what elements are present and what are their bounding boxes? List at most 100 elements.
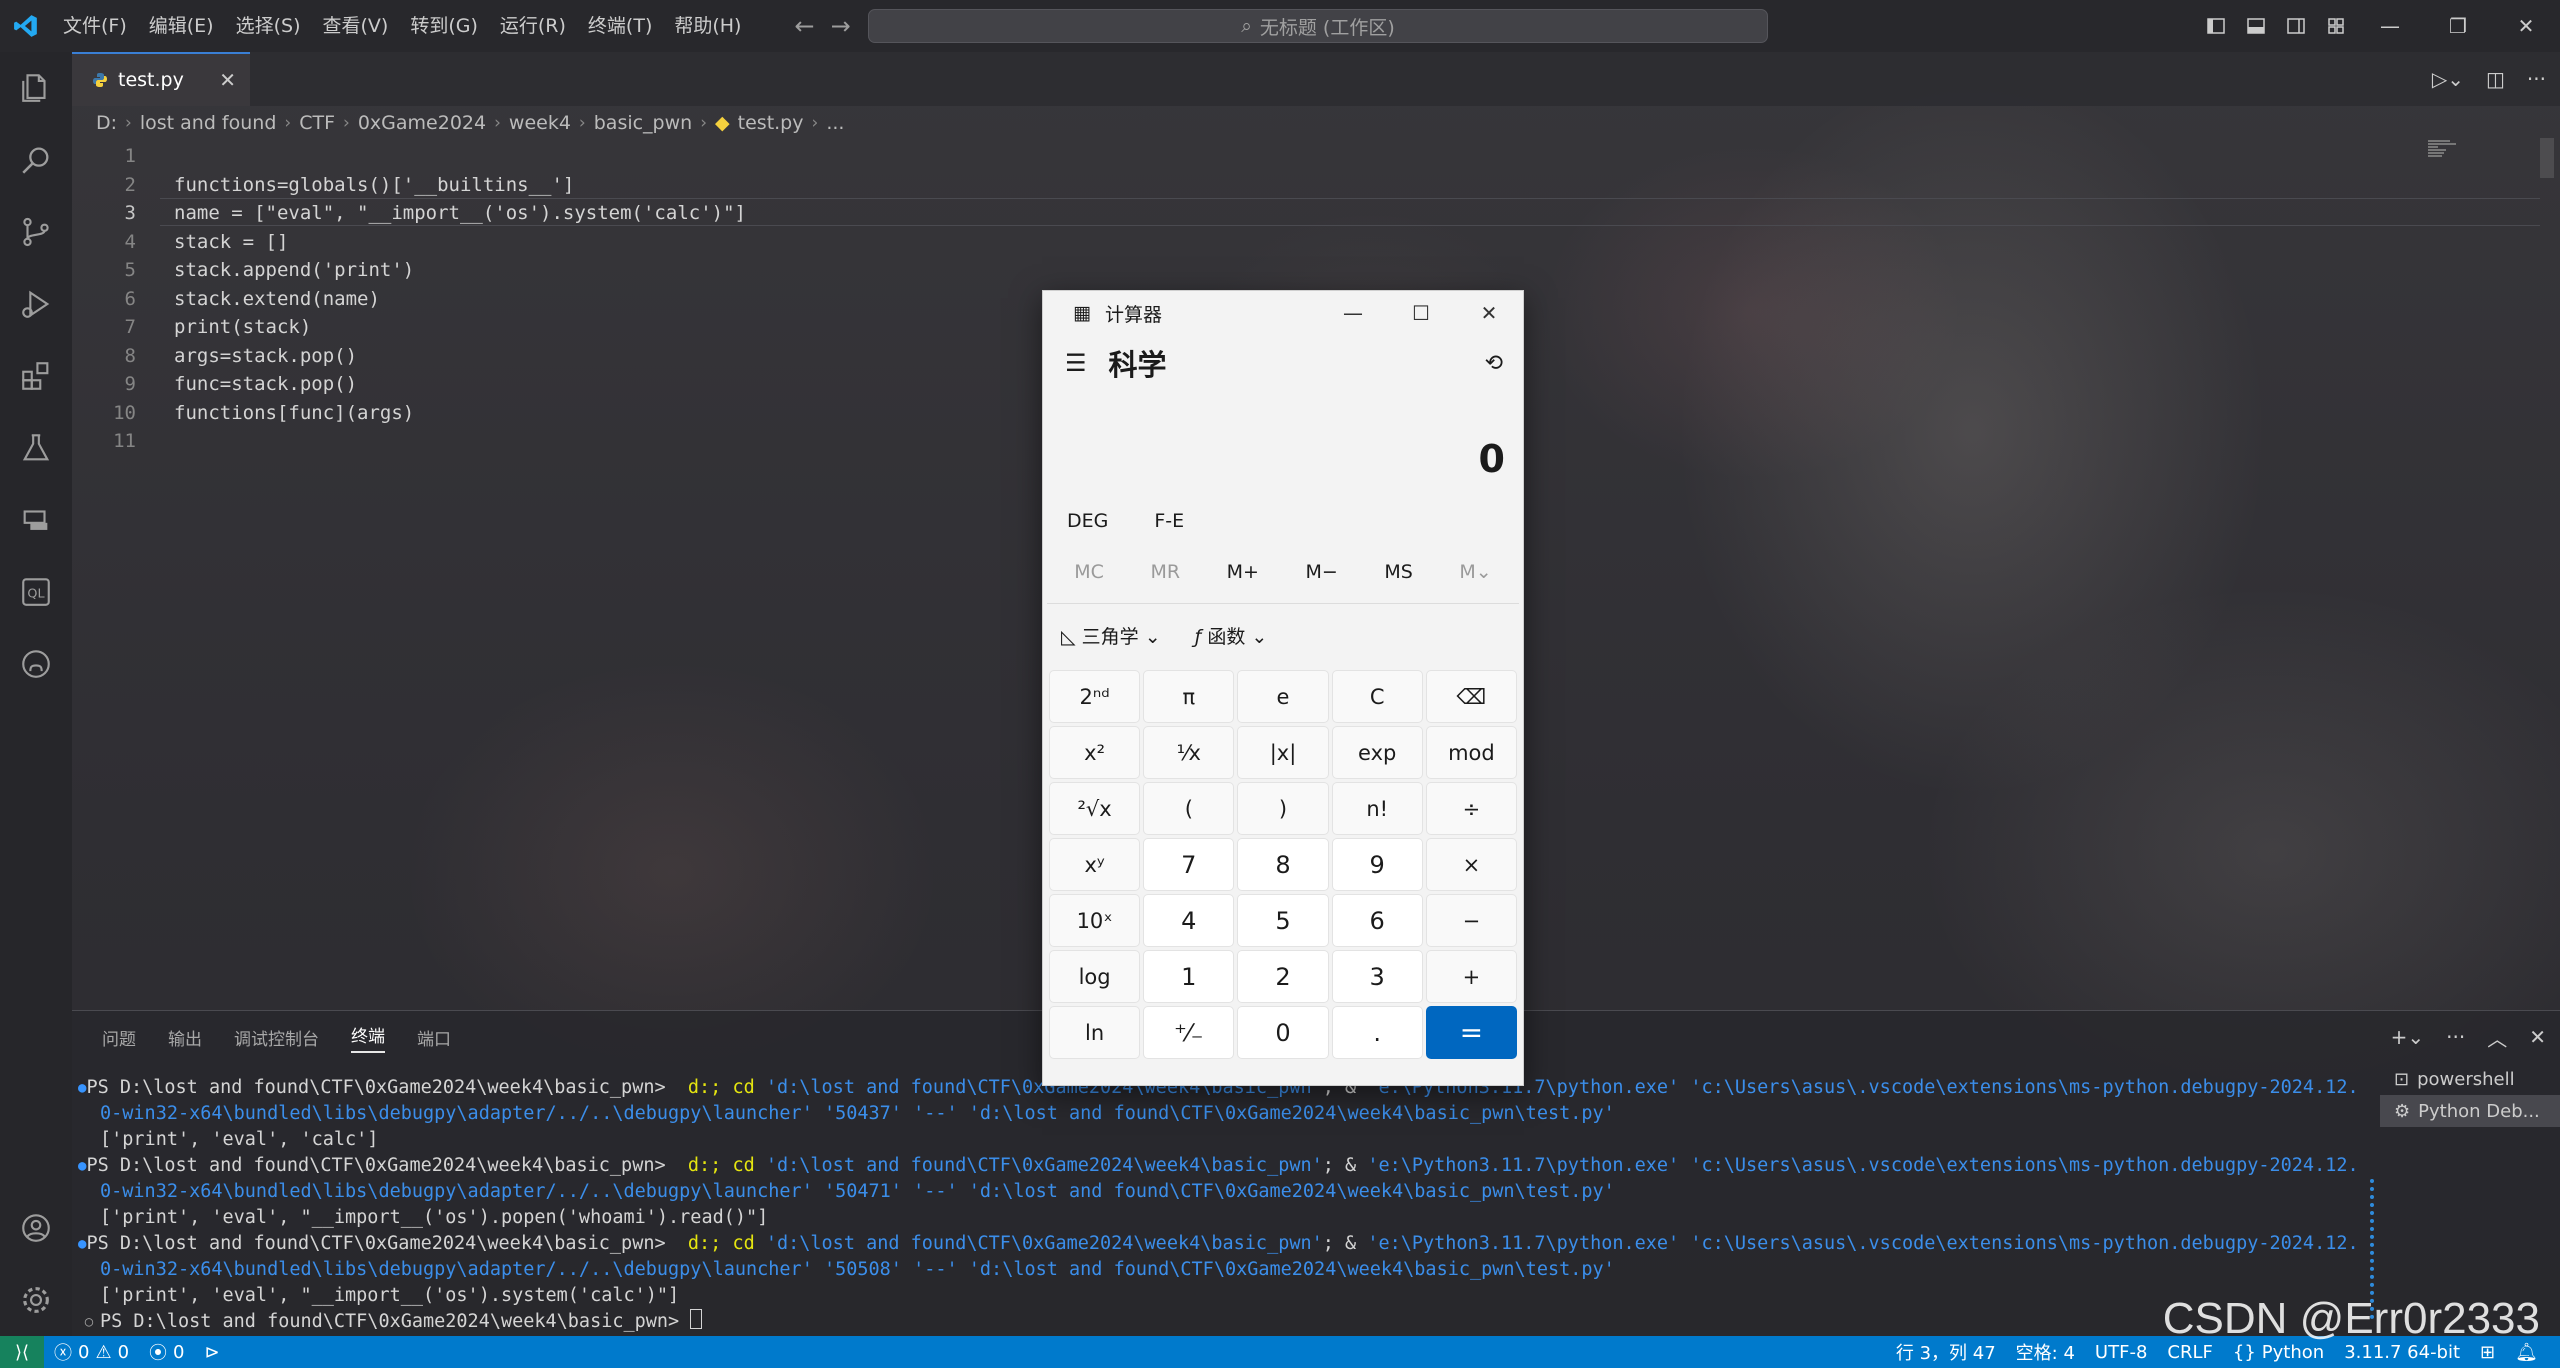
mr-button[interactable]: MR <box>1150 561 1180 583</box>
more-actions-icon[interactable]: ··· <box>2527 67 2546 91</box>
panel-tab[interactable]: 端口 <box>417 1025 451 1050</box>
m-list-button[interactable]: M⌄ <box>1459 561 1491 583</box>
calc-key[interactable]: xʸ <box>1049 838 1141 891</box>
calc-key[interactable]: ÷ <box>1425 782 1517 835</box>
calc-key[interactable]: ⁺⁄₋ <box>1143 1006 1235 1059</box>
customize-layout-icon[interactable] <box>2316 0 2356 52</box>
close-window-icon[interactable]: ✕ <box>2492 0 2560 52</box>
hamburger-menu-icon[interactable]: ☰ <box>1065 349 1087 377</box>
minimize-icon[interactable]: — <box>2356 0 2424 52</box>
encoding[interactable]: UTF-8 <box>2085 1342 2157 1363</box>
menu-item[interactable]: 运行(R) <box>489 8 577 44</box>
calc-key[interactable]: 1 <box>1143 950 1235 1003</box>
back-arrow-icon[interactable]: ← <box>794 12 814 40</box>
run-python-icon[interactable]: ▷⌄ <box>2432 67 2464 91</box>
menu-item[interactable]: 转到(G) <box>399 8 489 44</box>
ports-status[interactable]: ⦿ 0 <box>139 1339 194 1365</box>
menu-item[interactable]: 帮助(H) <box>663 8 752 44</box>
mc-button[interactable]: MC <box>1074 561 1104 583</box>
panel-tab[interactable]: 调试控制台 <box>234 1025 319 1050</box>
testing-flask-icon[interactable] <box>0 412 72 484</box>
breadcrumb-item[interactable]: CTF <box>299 112 335 134</box>
calc-key[interactable]: 2ⁿᵈ <box>1049 670 1141 723</box>
calc-key[interactable]: |x| <box>1237 726 1329 779</box>
ms-button[interactable]: MS <box>1384 561 1412 583</box>
menu-item[interactable]: 选择(S) <box>225 8 312 44</box>
calc-key[interactable]: exp <box>1331 726 1423 779</box>
menu-item[interactable]: 文件(F) <box>52 8 138 44</box>
breadcrumb-item[interactable]: basic_pwn <box>594 112 692 134</box>
calc-key[interactable]: n! <box>1331 782 1423 835</box>
breadcrumb-item[interactable]: D: <box>96 112 117 134</box>
calc-maximize-icon[interactable]: ☐ <box>1387 291 1455 335</box>
calc-key[interactable]: 5 <box>1237 894 1329 947</box>
debug-status[interactable]: ⊳ <box>195 1342 230 1363</box>
terminal-item-python-debug[interactable]: ⚙ Python Deb... <box>2380 1095 2560 1127</box>
calc-key[interactable]: mod <box>1425 726 1517 779</box>
calc-key[interactable]: 3 <box>1331 950 1423 1003</box>
language-mode[interactable]: {} Python <box>2223 1342 2334 1363</box>
calc-key[interactable]: 0 <box>1237 1006 1329 1059</box>
command-status-icon[interactable]: ● <box>78 1075 86 1101</box>
calc-key[interactable]: ¹⁄x <box>1143 726 1235 779</box>
command-status-icon[interactable]: ○ <box>78 1309 100 1335</box>
calc-key[interactable]: × <box>1425 838 1517 891</box>
explorer-icon[interactable] <box>0 52 72 124</box>
codeql-icon[interactable]: QL <box>0 556 72 628</box>
close-panel-icon[interactable]: ✕ <box>2529 1025 2546 1049</box>
toggle-sidebar-icon[interactable] <box>2196 0 2236 52</box>
breadcrumb-item[interactable]: lost and found <box>140 112 277 134</box>
calc-close-icon[interactable]: ✕ <box>1455 291 1523 335</box>
remote-explorer-icon[interactable] <box>0 484 72 556</box>
calc-key[interactable]: 2 <box>1237 950 1329 1003</box>
panel-tab[interactable]: 终端 <box>351 1022 385 1053</box>
menu-item[interactable]: 终端(T) <box>577 8 663 44</box>
function-dropdown[interactable]: ƒ 函数 ⌄ <box>1195 622 1268 649</box>
menu-item[interactable]: 查看(V) <box>312 8 400 44</box>
calc-key[interactable]: − <box>1425 894 1517 947</box>
more-icon[interactable]: ··· <box>2446 1025 2465 1049</box>
breadcrumb-item[interactable]: test.py <box>738 112 804 134</box>
restore-icon[interactable]: ❐ <box>2424 0 2492 52</box>
command-center[interactable]: ⌕ 无标题 (工作区) <box>868 9 1768 43</box>
split-editor-icon[interactable]: ◫ <box>2486 67 2505 91</box>
calc-key[interactable]: ( <box>1143 782 1235 835</box>
source-control-icon[interactable] <box>0 196 72 268</box>
settings-gear-icon[interactable] <box>0 1264 72 1336</box>
command-status-icon[interactable]: ● <box>78 1231 86 1257</box>
github-icon[interactable] <box>0 628 72 700</box>
breadcrumb-item[interactable]: 0xGame2024 <box>358 112 486 134</box>
end-of-line[interactable]: CRLF <box>2157 1342 2222 1363</box>
panel-tab[interactable]: 问题 <box>102 1025 136 1050</box>
forward-arrow-icon[interactable]: → <box>831 12 851 40</box>
calc-key[interactable]: 10ˣ <box>1049 894 1141 947</box>
calc-key[interactable]: log <box>1049 950 1141 1003</box>
search-view-icon[interactable] <box>0 124 72 196</box>
notifications-icon[interactable]: 🔔︎ <box>2505 1342 2548 1363</box>
minimap[interactable] <box>2428 138 2488 160</box>
calc-key[interactable]: = <box>1425 1006 1517 1059</box>
python-interpreter[interactable]: 3.11.7 64-bit <box>2334 1342 2470 1363</box>
calc-minimize-icon[interactable]: — <box>1319 291 1387 335</box>
calc-key[interactable]: e <box>1237 670 1329 723</box>
calc-key[interactable]: π <box>1143 670 1235 723</box>
calc-key[interactable]: 4 <box>1143 894 1235 947</box>
remote-indicator-icon[interactable]: ⟩⟨ <box>0 1336 44 1368</box>
calc-key[interactable]: 8 <box>1237 838 1329 891</box>
problems-status[interactable]: ⓧ 0 ⚠ 0 <box>44 1339 139 1365</box>
indentation[interactable]: 空格: 4 <box>2006 1339 2085 1365</box>
run-debug-icon[interactable] <box>0 268 72 340</box>
cursor-position[interactable]: 行 3，列 47 <box>1886 1339 2006 1365</box>
calc-key[interactable]: x² <box>1049 726 1141 779</box>
m-minus-button[interactable]: M− <box>1305 561 1337 583</box>
panel-tab[interactable]: 输出 <box>168 1025 202 1050</box>
editor-scrollbar[interactable] <box>2540 138 2554 178</box>
calc-key[interactable]: ) <box>1237 782 1329 835</box>
accounts-icon[interactable] <box>0 1192 72 1264</box>
calc-key[interactable]: C <box>1331 670 1423 723</box>
calc-key[interactable]: 9 <box>1331 838 1423 891</box>
maximize-panel-icon[interactable]: ︿ <box>2487 1023 2507 1052</box>
calc-key[interactable]: ln <box>1049 1006 1141 1059</box>
calc-key[interactable]: 7 <box>1143 838 1235 891</box>
extensions-icon[interactable] <box>0 340 72 412</box>
